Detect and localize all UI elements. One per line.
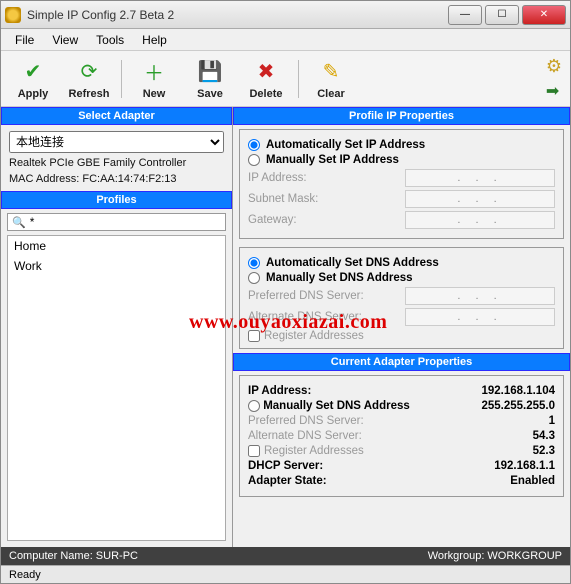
- curr-alt-dns-label: Alternate DNS Server:: [248, 430, 362, 442]
- minimize-button[interactable]: —: [448, 5, 482, 25]
- delete-button[interactable]: ✖Delete: [242, 58, 290, 100]
- auto-ip-radio[interactable]: [248, 139, 260, 151]
- gear-icon[interactable]: ⚙: [546, 56, 562, 77]
- curr-alt-tail: 52.3: [533, 445, 555, 457]
- adapter-description: Realtek PCIe GBE Family Controller: [9, 157, 224, 169]
- list-item[interactable]: Home: [8, 236, 225, 256]
- ip-address-label: IP Address:: [248, 172, 307, 184]
- apply-button[interactable]: ✔Apply: [9, 58, 57, 100]
- dns-properties-box: Automatically Set DNS Address Manually S…: [239, 247, 564, 349]
- curr-gw-tail: 1: [549, 415, 555, 427]
- manual-dns-radio[interactable]: [248, 272, 260, 284]
- delete-icon: ✖: [252, 58, 280, 86]
- register-label: Register Addresses: [264, 330, 364, 342]
- search-icon: 🔍: [12, 216, 26, 229]
- current-adapter-box: IP Address: 192.168.1.104 Manually Set DN…: [239, 375, 564, 497]
- auto-dns-radio[interactable]: [248, 257, 260, 269]
- menu-view[interactable]: View: [44, 31, 86, 49]
- subnet-label: Subnet Mask:: [248, 193, 318, 205]
- list-item[interactable]: Work: [8, 256, 225, 276]
- new-button[interactable]: ＋New: [130, 58, 178, 100]
- curr-register-checkbox[interactable]: [248, 445, 260, 457]
- menu-tools[interactable]: Tools: [88, 31, 132, 49]
- curr-register-label: Register Addresses: [264, 445, 364, 457]
- ip-address-field[interactable]: . . .: [405, 169, 555, 187]
- pref-dns-field[interactable]: . . .: [405, 287, 555, 305]
- curr-manual-dns: Manually Set DNS Address: [248, 400, 410, 412]
- pref-dns-label: Preferred DNS Server:: [248, 290, 364, 302]
- search-input[interactable]: [30, 215, 221, 229]
- curr-ip-label: IP Address:: [248, 385, 311, 397]
- mac-address: MAC Address: FC:AA:14:74:F2:13: [9, 173, 224, 185]
- state-value: Enabled: [510, 475, 555, 487]
- plus-icon: ＋: [140, 58, 168, 86]
- save-button[interactable]: 💾Save: [186, 58, 234, 100]
- app-window: Simple IP Config 2.7 Beta 2 — ☐ ✕ File V…: [0, 0, 571, 584]
- main-content: Select Adapter 本地连接 Realtek PCIe GBE Fam…: [1, 107, 570, 547]
- readybar: Ready: [1, 565, 570, 583]
- dhcp-value: 192.168.1.1: [494, 460, 555, 472]
- profiles-header: Profiles: [1, 191, 232, 209]
- clear-button[interactable]: ✎Clear: [307, 58, 355, 100]
- checkmark-icon: ✔: [19, 58, 47, 86]
- refresh-icon: ⟳: [75, 58, 103, 86]
- menu-file[interactable]: File: [7, 31, 42, 49]
- computer-name: Computer Name: SUR-PC: [9, 550, 138, 562]
- adapter-select[interactable]: 本地连接: [9, 131, 224, 153]
- auto-dns-label: Automatically Set DNS Address: [266, 257, 439, 269]
- menu-help[interactable]: Help: [134, 31, 175, 49]
- profile-search[interactable]: 🔍: [7, 213, 226, 231]
- gateway-field[interactable]: . . .: [405, 211, 555, 229]
- workgroup-name: Workgroup: WORKGROUP: [428, 550, 562, 562]
- profile-ip-header: Profile IP Properties: [233, 107, 570, 125]
- maximize-button[interactable]: ☐: [485, 5, 519, 25]
- ready-text: Ready: [9, 569, 41, 581]
- curr-ip-value: 192.168.1.104: [481, 385, 555, 397]
- ip-properties-box: Automatically Set IP Address Manually Se…: [239, 129, 564, 239]
- profiles-list[interactable]: Home Work: [7, 235, 226, 541]
- clear-icon: ✎: [317, 58, 345, 86]
- alt-dns-label: Alternate DNS Server:: [248, 311, 362, 323]
- dhcp-label: DHCP Server:: [248, 460, 323, 472]
- register-checkbox[interactable]: [248, 330, 260, 342]
- menubar: File View Tools Help: [1, 29, 570, 51]
- curr-subnet-value: 255.255.255.0: [481, 400, 555, 412]
- curr-pref-tail: 54.3: [533, 430, 555, 442]
- separator: [121, 60, 122, 98]
- save-icon: 💾: [196, 58, 224, 86]
- close-button[interactable]: ✕: [522, 5, 566, 25]
- manual-ip-radio[interactable]: [248, 154, 260, 166]
- gateway-label: Gateway:: [248, 214, 297, 226]
- manual-dns-label: Manually Set DNS Address: [266, 272, 413, 284]
- app-icon: [5, 7, 21, 23]
- alt-dns-field[interactable]: . . .: [405, 308, 555, 326]
- separator: [298, 60, 299, 98]
- select-adapter-header: Select Adapter: [1, 107, 232, 125]
- subnet-field[interactable]: . . .: [405, 190, 555, 208]
- current-adapter-header: Current Adapter Properties: [233, 353, 570, 371]
- arrow-right-icon[interactable]: ➡: [546, 81, 562, 101]
- statusbar: Computer Name: SUR-PC Workgroup: WORKGRO…: [1, 547, 570, 565]
- titlebar: Simple IP Config 2.7 Beta 2 — ☐ ✕: [1, 1, 570, 29]
- window-title: Simple IP Config 2.7 Beta 2: [27, 8, 448, 22]
- curr-pref-dns-label: Preferred DNS Server:: [248, 415, 364, 427]
- manual-ip-label: Manually Set IP Address: [266, 154, 399, 166]
- auto-ip-label: Automatically Set IP Address: [266, 139, 425, 151]
- state-label: Adapter State:: [248, 475, 327, 487]
- refresh-button[interactable]: ⟳Refresh: [65, 58, 113, 100]
- toolbar: ✔Apply ⟳Refresh ＋New 💾Save ✖Delete ✎Clea…: [1, 51, 570, 107]
